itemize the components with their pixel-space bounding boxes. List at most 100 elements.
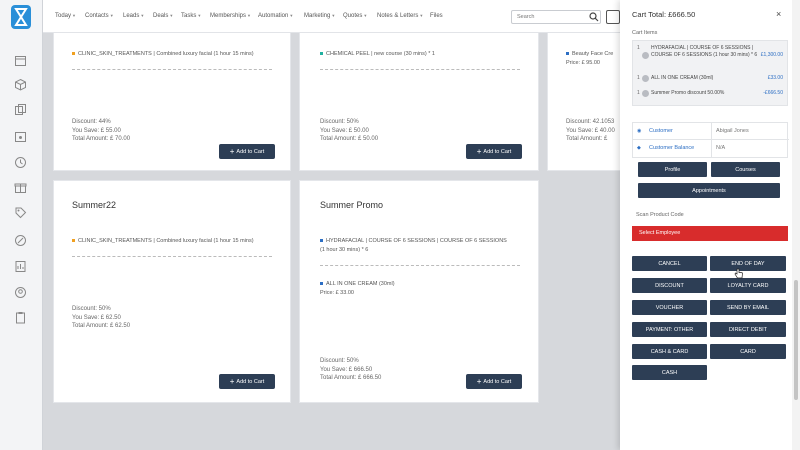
- cart-item-name: HYDRAFACIAL | COURSE OF 6 SESSIONS | COU…: [651, 45, 758, 58]
- search-icon[interactable]: [589, 12, 599, 22]
- discount-text: Discount: 42.1053: [566, 119, 615, 125]
- offer-item-line: ALL IN ONE CREAM (30ml): [320, 281, 395, 287]
- cart-item-name: Summer Promo discount 50.00%: [651, 90, 725, 96]
- customer-value: Abigail Jones: [711, 123, 749, 140]
- bullet-icon: [72, 52, 75, 56]
- nav-memberships[interactable]: Memberships▼: [210, 13, 251, 19]
- bullet-icon: [320, 282, 323, 286]
- tag-icon[interactable]: [14, 206, 27, 219]
- box-icon[interactable]: [14, 78, 27, 91]
- scan-product-code-field[interactable]: Scan Product Code: [636, 212, 684, 218]
- plus-icon: +: [229, 376, 235, 386]
- add-to-cart-button[interactable]: + Add to Cart: [219, 374, 275, 389]
- total-text: Total Amount: £ 50.00: [320, 136, 379, 142]
- search-input[interactable]: Search: [511, 10, 601, 24]
- bullet-icon: [72, 239, 75, 243]
- product-thumbnail: [642, 75, 649, 82]
- add-to-cart-button[interactable]: + Add to Cart: [466, 144, 522, 159]
- total-text: Total Amount: £ 62.50: [72, 323, 131, 329]
- discount-text: Discount: 44%: [72, 119, 111, 125]
- total-text: Total Amount: £ 70.00: [72, 136, 131, 142]
- cart-total-title: Cart Total: £666.50: [632, 10, 696, 19]
- offer-title: Summer22: [72, 200, 117, 210]
- direct-debit-button[interactable]: DIRECT DEBIT: [710, 322, 786, 337]
- app-logo-icon[interactable]: [10, 4, 32, 30]
- cart-item-price: £1,300.00: [760, 52, 783, 58]
- offer-summary: Discount: 42.1053 You Save: £ 40.00 Tota…: [566, 118, 615, 144]
- gift-icon[interactable]: [14, 181, 27, 194]
- offer-card: Summer Promo HYDRAFACIAL | COURSE OF 6 S…: [299, 180, 539, 403]
- discount-text: Discount: 50%: [72, 306, 111, 312]
- bullet-icon: [320, 239, 323, 243]
- nav-tasks[interactable]: Tasks▼: [181, 13, 201, 19]
- report-icon[interactable]: [14, 260, 27, 273]
- customer-balance-row[interactable]: ◆ Customer Balance N/A: [633, 140, 789, 157]
- bullet-icon: [566, 52, 569, 56]
- add-to-cart-button[interactable]: + Add to Cart: [219, 144, 275, 159]
- customer-row[interactable]: ◉ Customer Abigail Jones: [633, 123, 789, 140]
- cancel-button[interactable]: CANCEL: [632, 256, 707, 271]
- profile-button[interactable]: Profile: [638, 162, 707, 177]
- offer-title: Summer Promo: [320, 200, 384, 210]
- clipboard-icon[interactable]: [14, 311, 27, 324]
- nav-today[interactable]: Today▼: [55, 13, 76, 19]
- nav-automation[interactable]: Automation▼: [258, 13, 293, 19]
- nav-files[interactable]: Files: [430, 13, 443, 19]
- cart-item-qty: 1: [637, 45, 640, 51]
- offer-card: CHEMICAL PEEL | new course (30 mins) * 1…: [299, 33, 539, 171]
- appointments-button[interactable]: Appointments: [638, 183, 780, 198]
- cart-items-list: 1 HYDRAFACIAL | COURSE OF 6 SESSIONS | C…: [632, 40, 788, 106]
- loyalty-card-button[interactable]: LOYALTY CARD: [710, 278, 786, 293]
- divider: [320, 265, 520, 266]
- nav-contacts[interactable]: Contacts▼: [85, 13, 114, 19]
- payment-other-button[interactable]: PAYMENT: OTHER: [632, 322, 707, 337]
- cart-item-price: -£666.50: [763, 90, 783, 96]
- offer-summary: Discount: 50% You Save: £ 62.50 Total Am…: [72, 305, 130, 331]
- percent-tag-icon[interactable]: [14, 234, 27, 247]
- divider: [72, 256, 272, 257]
- cash-button[interactable]: CASH: [632, 365, 707, 380]
- offer-item-line: CLINIC_SKIN_TREATMENTS | Combined luxury…: [72, 238, 254, 244]
- offer-summary: Discount: 44% You Save: £ 55.00 Total Am…: [72, 118, 130, 144]
- voucher-button[interactable]: VOUCHER: [632, 300, 707, 315]
- plus-icon: +: [229, 146, 235, 156]
- nav-deals[interactable]: Deals▼: [153, 13, 173, 19]
- nav-notes-letters[interactable]: Notes & Letters▼: [377, 13, 423, 19]
- total-text: Total Amount: £: [566, 136, 608, 142]
- history-icon[interactable]: [14, 156, 27, 169]
- total-text: Total Amount: £ 666.50: [320, 375, 382, 381]
- end-of-day-button[interactable]: END OF DAY: [710, 256, 786, 271]
- calendar-alt-icon[interactable]: [14, 130, 27, 143]
- top-navigation: Today▼ Contacts▼ Leads▼ Deals▼ Tasks▼ Me…: [43, 0, 620, 33]
- plus-icon: +: [476, 146, 482, 156]
- user-circle-icon[interactable]: [14, 286, 27, 299]
- offer-item-line: CLINIC_SKIN_TREATMENTS | Combined luxury…: [72, 51, 254, 57]
- save-text: You Save: £ 40.00: [566, 127, 615, 134]
- copy-icon[interactable]: [14, 103, 27, 116]
- cart-item[interactable]: 1 ALL IN ONE CREAM (30ml) £33.00: [637, 75, 787, 83]
- card-button[interactable]: CARD: [710, 344, 786, 359]
- notification-button[interactable]: [606, 10, 620, 24]
- hand-cursor-icon: [734, 268, 743, 279]
- customer-label: Customer: [649, 128, 673, 134]
- cart-item[interactable]: 1 HYDRAFACIAL | COURSE OF 6 SESSIONS | C…: [637, 45, 787, 67]
- courses-button[interactable]: Courses: [711, 162, 780, 177]
- discount-text: Discount: 50%: [320, 358, 359, 364]
- cash-and-card-button[interactable]: CASH & CARD: [632, 344, 707, 359]
- calendar-icon[interactable]: [14, 54, 27, 67]
- discount-button[interactable]: DISCOUNT: [632, 278, 707, 293]
- nav-leads[interactable]: Leads▼: [123, 13, 144, 19]
- select-employee-dropdown[interactable]: Select Employee: [632, 226, 788, 241]
- left-sidebar: [0, 0, 43, 450]
- nav-marketing[interactable]: Marketing▼: [304, 13, 335, 19]
- close-icon[interactable]: ×: [776, 9, 781, 19]
- nav-quotes[interactable]: Quotes▼: [343, 13, 367, 19]
- offer-card: Beauty Face Cre Price: £ 95.00 Discount:…: [547, 33, 620, 171]
- cart-item-price: £33.00: [767, 75, 783, 81]
- add-to-cart-button[interactable]: + Add to Cart: [466, 374, 522, 389]
- offer-summary: Discount: 50% You Save: £ 666.50 Total A…: [320, 357, 381, 383]
- cart-item[interactable]: 1 Summer Promo discount 50.00% -£666.50: [637, 90, 787, 98]
- send-by-email-button[interactable]: SEND BY EMAIL: [710, 300, 786, 315]
- scrollbar-thumb[interactable]: [794, 280, 798, 400]
- cart-items-label: Cart Items: [632, 30, 658, 36]
